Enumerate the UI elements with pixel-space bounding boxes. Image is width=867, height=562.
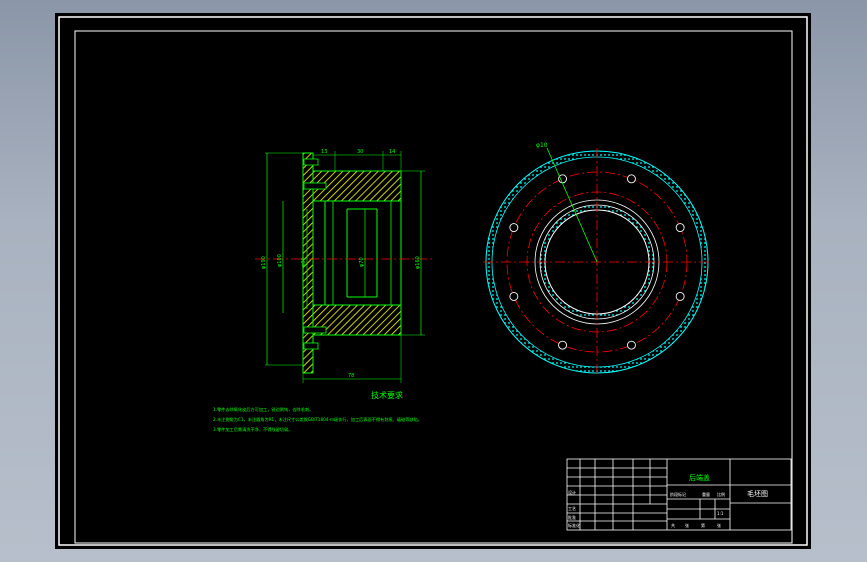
bolt-hole — [558, 340, 568, 350]
dim-top-3: 14 — [389, 149, 395, 155]
sheet-label-2: 张 — [685, 522, 689, 528]
tech-item-1: 1.零件去除氧化皮后方可加工，锐边倒钝，去除毛刺。 — [213, 406, 313, 413]
dim-v-3: φ80 — [301, 257, 307, 267]
bolt-hole — [626, 174, 636, 184]
tech-item-2: 2.未注倒角为C1，未注圆角为R1，未注尺寸公差按GB/T1804-m级执行，加… — [213, 416, 422, 423]
bolt-hole — [509, 291, 519, 301]
weight-label: 重量 — [702, 491, 710, 497]
scale-label: 比例 — [717, 491, 725, 497]
bolt-hole — [626, 340, 636, 350]
standard-label: 标准化 — [568, 522, 580, 528]
dim-v-2: φ100 — [277, 254, 283, 267]
bore-outline — [312, 200, 402, 306]
dim-top-2: 30 — [357, 149, 363, 155]
dim-v-4: φ70 — [359, 257, 365, 267]
title-block-text: 后端盖 毛坯图 设计 工艺 批准 标准化 阶段标记 重量 比例 1:1 共 张 … — [568, 473, 768, 528]
bolt-hole-lower — [303, 326, 327, 334]
drawing-title: 毛坯图 — [747, 489, 768, 498]
sheet-label-4: 张 — [717, 522, 721, 528]
designer-label: 设计 — [568, 489, 576, 495]
stage-label: 阶段标记 — [670, 491, 686, 497]
dim-v-5: φ160 — [415, 256, 421, 269]
section-view: 13 30 14 78 φ190 φ100 φ80 φ70 φ160 — [255, 149, 435, 383]
drawing-sheet: 13 30 14 78 φ190 φ100 φ80 φ70 φ160 φ10 技… — [55, 13, 811, 549]
tech-item-3: 3.零件加工后需清洗干净，不得残留切屑。 — [213, 426, 292, 433]
bolt-hole-upper — [303, 182, 327, 190]
leader-label: φ10 — [536, 142, 548, 149]
tech-requirements: 技术要求 1.零件去除氧化皮后方可加工，锐边倒钝，去除毛刺。 2.未注倒角为C1… — [213, 390, 422, 433]
dim-top-1: 13 — [321, 149, 327, 155]
sheet-label-1: 共 — [671, 522, 675, 528]
approve-label: 批准 — [568, 514, 576, 520]
process-label: 工艺 — [568, 506, 576, 511]
scale-value: 1:1 — [717, 511, 724, 516]
part-name: 后端盖 — [689, 473, 710, 482]
dim-v-1: φ190 — [261, 256, 267, 269]
tech-heading: 技术要求 — [371, 390, 403, 400]
cad-drawing: 13 30 14 78 φ190 φ100 φ80 φ70 φ160 φ10 技… — [58, 16, 808, 546]
flange-view: φ10 — [483, 142, 711, 376]
bolt-hole — [675, 223, 685, 233]
dim-bottom: 78 — [348, 373, 354, 379]
bolt-hole — [675, 291, 685, 301]
bolt-hole — [558, 174, 568, 184]
bolt-hole — [509, 223, 519, 233]
sheet-label-3: 第 — [701, 522, 705, 528]
